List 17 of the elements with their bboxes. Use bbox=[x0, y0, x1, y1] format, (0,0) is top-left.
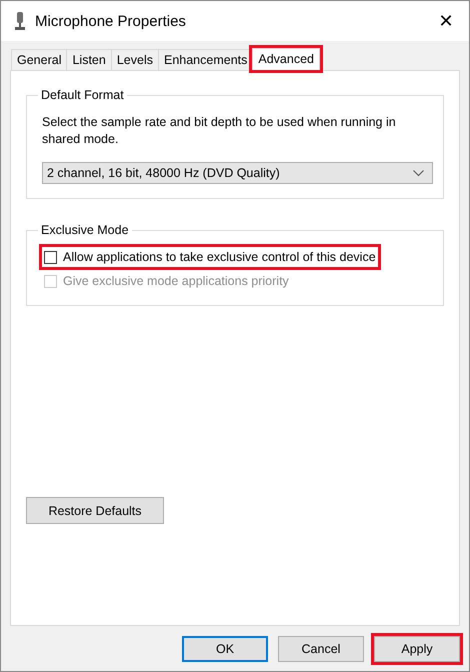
group-title: Default Format bbox=[40, 88, 125, 102]
close-button[interactable]: ✕ bbox=[423, 1, 469, 41]
microphone-icon bbox=[15, 12, 25, 30]
tab[interactable]: Advanced bbox=[252, 48, 320, 70]
group-title: Exclusive Mode bbox=[40, 223, 130, 237]
checkbox[interactable] bbox=[44, 250, 57, 264]
dialog-button[interactable]: Apply bbox=[374, 636, 460, 662]
dialog-button[interactable]: OK bbox=[182, 636, 268, 662]
chevron-down-icon bbox=[413, 170, 424, 176]
checkbox-label: Allow applications to take exclusive control of this device bbox=[63, 250, 376, 264]
restore-defaults-button[interactable]: Restore Defaults bbox=[26, 497, 164, 524]
dialog-button[interactable]: Cancel bbox=[278, 636, 364, 662]
description-text: Select the sample rate and bit depth to be used when running in shared mode. bbox=[42, 114, 397, 148]
format-dropdown[interactable]: 2 channel, 16 bit, 48000 Hz (DVD Quality) bbox=[42, 162, 433, 184]
checkbox-label: Give exclusive mode applications priority bbox=[63, 274, 289, 288]
tab[interactable]: General bbox=[11, 49, 68, 70]
window-title: Microphone Properties bbox=[35, 12, 187, 30]
